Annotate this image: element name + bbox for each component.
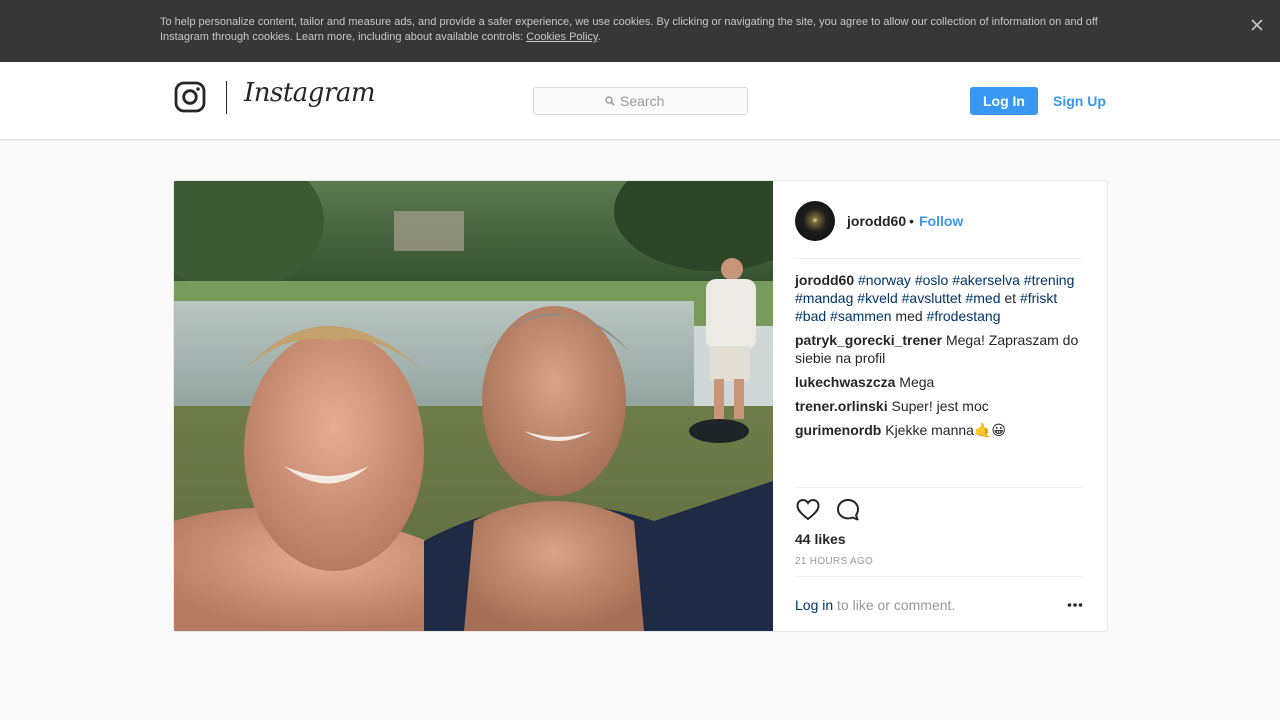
comment-item: patryk_gorecki_trener Mega! Zapraszam do… xyxy=(795,331,1085,367)
caption-text: med xyxy=(891,308,927,324)
comment-text: Super! jest moc xyxy=(891,398,989,414)
comment-username[interactable]: trener.orlinski xyxy=(795,398,888,414)
header-separator: • xyxy=(909,213,914,229)
instagram-wordmark[interactable]: Instagram xyxy=(244,78,376,108)
more-options-icon[interactable] xyxy=(1067,599,1083,611)
hashtag-link[interactable]: #norway xyxy=(858,272,911,288)
sign-up-link[interactable]: Sign Up xyxy=(1053,93,1106,109)
search-icon xyxy=(605,96,615,106)
comment-username[interactable]: lukechwaszcza xyxy=(795,374,895,390)
cookie-banner: To help personalize content, tailor and … xyxy=(0,0,1280,62)
caption: jorodd60 #norway #oslo #akerselva #treni… xyxy=(795,271,1085,325)
comment-text: Mega xyxy=(899,374,935,390)
comments-list: jorodd60 #norway #oslo #akerselva #treni… xyxy=(795,271,1085,445)
comment-username[interactable]: patryk_gorecki_trener xyxy=(795,332,942,348)
hashtag-link[interactable]: #oslo xyxy=(915,272,948,288)
post-header: jorodd60 • Follow xyxy=(795,201,1083,259)
hashtag-link[interactable]: #trening xyxy=(1024,272,1075,288)
hashtag-link[interactable]: #bad xyxy=(795,308,826,324)
hashtag-link[interactable]: #sammen xyxy=(830,308,891,324)
login-prompt-text: to like or comment. xyxy=(833,597,956,613)
close-icon[interactable] xyxy=(1247,15,1267,35)
logo-divider xyxy=(226,81,227,114)
actions-divider xyxy=(795,487,1083,488)
hashtag-link[interactable]: #friskt xyxy=(1020,290,1057,306)
post-owner-username[interactable]: jorodd60 xyxy=(847,213,906,229)
caption-text: et xyxy=(1000,290,1020,306)
cookie-banner-message: To help personalize content, tailor and … xyxy=(160,16,1098,43)
cookie-banner-text: To help personalize content, tailor and … xyxy=(160,15,1120,45)
comment-item: lukechwaszcza Mega xyxy=(795,373,1085,391)
post-timestamp[interactable]: 21 HOURS AGO xyxy=(795,556,873,567)
follow-button[interactable]: Follow xyxy=(919,213,963,229)
cookies-policy-link[interactable]: Cookies Policy xyxy=(526,31,597,43)
hashtag-link[interactable]: #mandag xyxy=(795,290,853,306)
caption-username[interactable]: jorodd60 xyxy=(795,272,854,288)
top-navbar: Instagram Log In Sign Up xyxy=(0,62,1280,140)
comment-item: trener.orlinski Super! jest moc xyxy=(795,397,1085,415)
avatar[interactable] xyxy=(795,201,835,241)
post-photo[interactable] xyxy=(174,181,773,631)
cookie-banner-period: . xyxy=(597,31,601,43)
heart-icon[interactable] xyxy=(795,497,821,523)
search-box[interactable] xyxy=(533,87,748,115)
comment-username[interactable]: gurimenordb xyxy=(795,422,881,438)
instagram-glyph-icon[interactable] xyxy=(174,81,206,113)
comment-item: gurimenordb Kjekke manna🤙😀 xyxy=(795,421,1085,439)
hashtag-link[interactable]: #kveld xyxy=(857,290,897,306)
hashtag-link[interactable]: #avsluttet xyxy=(902,290,962,306)
likes-count[interactable]: 44 likes xyxy=(795,531,846,547)
hashtag-link[interactable]: #akerselva xyxy=(952,272,1020,288)
comment-text: Kjekke manna🤙😀 xyxy=(885,422,1006,438)
post-card: jorodd60 • Follow jorodd60 #norway #oslo… xyxy=(173,180,1108,632)
hashtag-link[interactable]: #med xyxy=(965,290,1000,306)
search-input[interactable] xyxy=(620,92,740,110)
post-side-panel: jorodd60 • Follow jorodd60 #norway #oslo… xyxy=(773,181,1107,631)
footer-divider xyxy=(795,576,1083,577)
login-prompt: Log in to like or comment. xyxy=(795,597,955,613)
hashtag-link[interactable]: #frodestang xyxy=(927,308,1001,324)
speech-bubble-icon[interactable] xyxy=(835,497,861,523)
log-in-button[interactable]: Log In xyxy=(970,87,1038,115)
log-in-link[interactable]: Log in xyxy=(795,597,833,613)
